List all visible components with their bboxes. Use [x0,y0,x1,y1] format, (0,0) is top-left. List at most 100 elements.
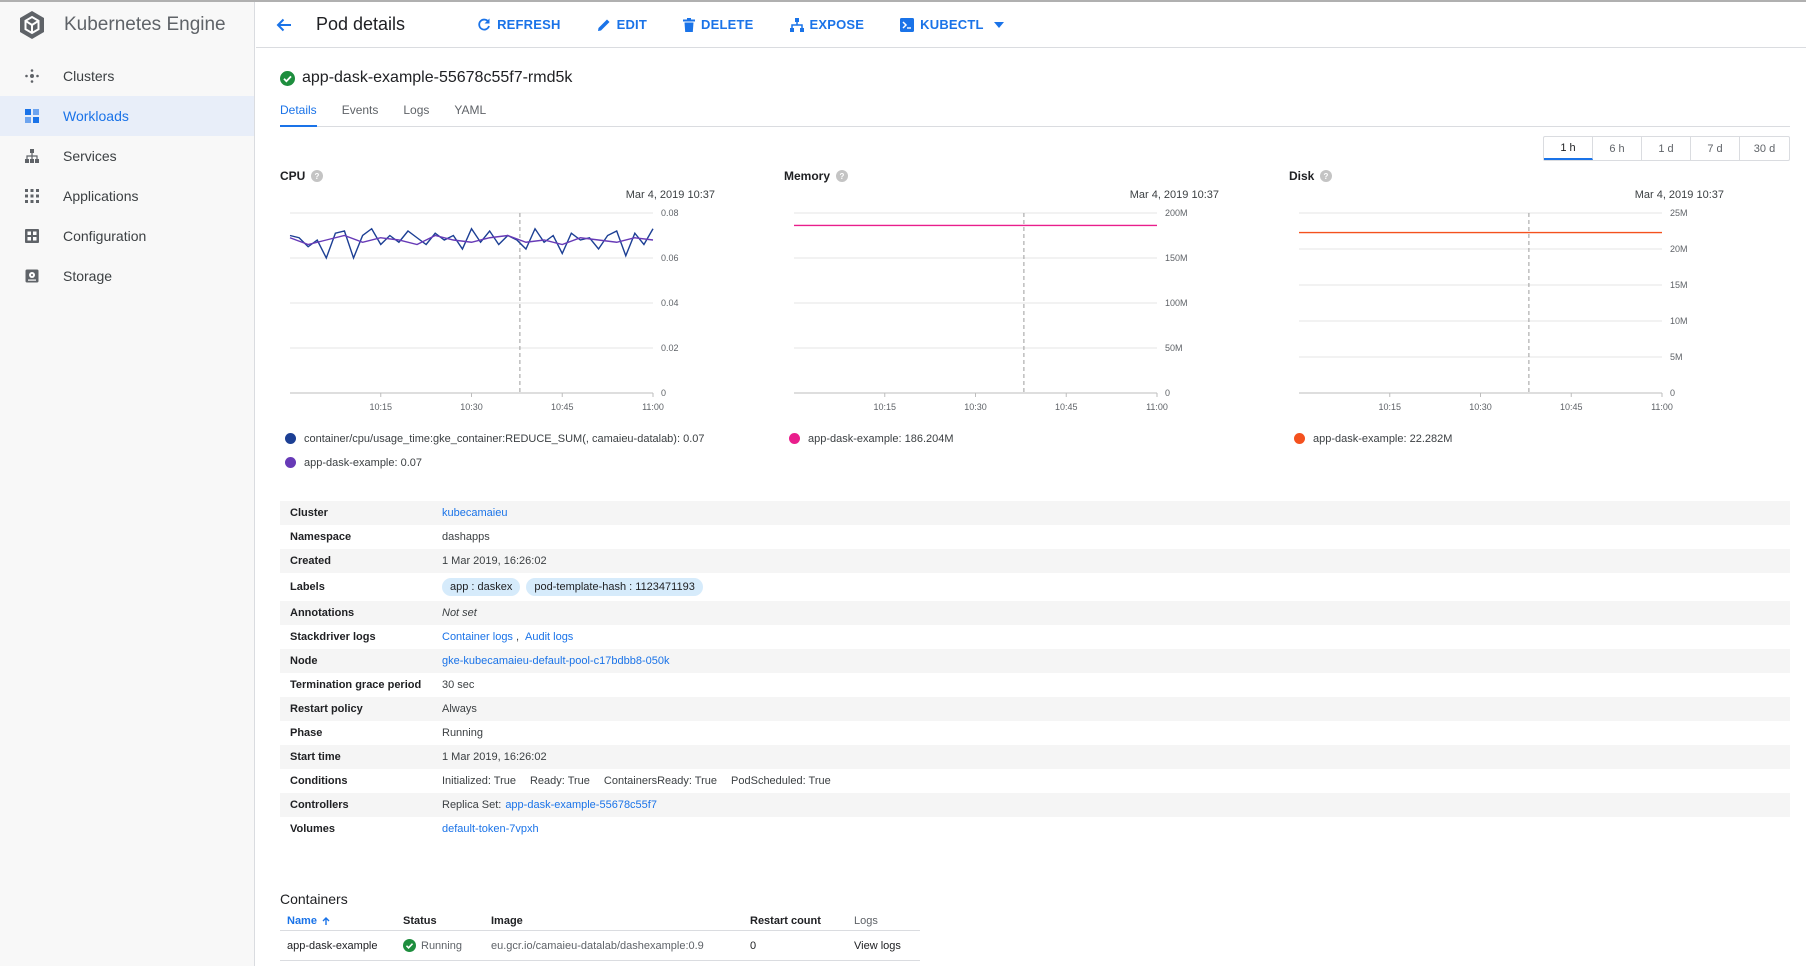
legend-item[interactable]: app-dask-example: 0.07 [285,455,715,471]
y-tick-label: 50M [1165,343,1183,353]
svg-text:?: ? [840,172,845,181]
y-tick-label: 200M [1165,208,1188,218]
detail-row-annotations: Annotations Not set [280,601,1790,625]
view-logs-link[interactable]: View logs [854,940,901,952]
main-content: app-dask-example-55678c55f7-rmd5k Detail… [256,49,1806,966]
detail-tabs: Details Events Logs YAML [280,101,1790,127]
refresh-button[interactable]: REFRESH [477,17,561,32]
volume-link[interactable]: default-token-7vpxh [442,823,539,835]
x-tick-label: 10:45 [1055,402,1078,412]
container-status: Running [421,939,462,952]
tab-details[interactable]: Details [280,101,317,127]
status-column-header[interactable]: Status [403,915,491,927]
y-tick-label: 10M [1670,316,1688,326]
detail-row-stackdriver-logs: Stackdriver logs Container logs , Audit … [280,625,1790,649]
sidebar-item-services[interactable]: Services [0,136,254,176]
range-1h-button[interactable]: 1 h [1544,137,1593,160]
sidebar-item-label: Services [63,148,117,164]
chart-title-text: Memory [784,169,831,183]
replica-set-link[interactable]: app-dask-example-55678c55f7 [505,799,657,811]
arrow-back-icon [276,18,291,31]
legend-item[interactable]: container/cpu/usage_time:gke_container:R… [285,431,715,447]
configuration-icon [24,228,40,244]
help-icon[interactable]: ? [836,170,849,182]
delete-label: DELETE [701,17,754,32]
container-logs-link[interactable]: Container logs [442,631,513,643]
x-tick-label: 10:45 [1560,402,1583,412]
detail-value: 1 Mar 2019, 16:26:02 [442,751,547,763]
range-30d-button[interactable]: 30 d [1740,137,1789,160]
sidebar-item-configuration[interactable]: Configuration [0,216,254,256]
brand: Kubernetes Engine [0,2,254,48]
restart-count-column-header[interactable]: Restart count [750,915,854,927]
detail-value: Running [442,727,483,739]
table-header: Name Status Image Restart count Logs [280,911,920,931]
page-title: Pod details [316,14,406,34]
delete-button[interactable]: DELETE [683,17,753,32]
condition-item: ContainersReady: True [603,775,718,787]
detail-row-restart-policy: Restart policy Always [280,697,1790,721]
legend-item[interactable]: app-dask-example: 186.204M [789,431,1219,447]
controller-prefix: Replica Set: [442,799,502,811]
label-chip: app : daskex [442,578,521,596]
detail-value: Always [442,703,477,715]
sidebar: Kubernetes Engine Clusters Workloads Ser… [0,2,255,966]
y-tick-label: 0.02 [661,343,679,353]
legend-label: app-dask-example: 186.204M [808,433,954,445]
x-tick-label: 11:00 [1146,402,1168,412]
check-circle-icon [403,939,416,952]
y-tick-label: 0.04 [661,298,679,308]
legend-item[interactable]: app-dask-example: 22.282M [1294,431,1724,447]
name-column-header[interactable]: Name [287,915,403,927]
cluster-link[interactable]: kubecamaieu [442,507,507,519]
chart-legend: container/cpu/usage_time:gke_container:R… [285,431,715,479]
image-column-header[interactable]: Image [491,915,750,927]
edit-button[interactable]: EDIT [597,17,647,32]
y-tick-label: 0.06 [661,253,679,263]
tab-events[interactable]: Events [342,101,379,127]
expose-button[interactable]: EXPOSE [789,17,865,32]
y-tick-label: 0.08 [661,208,679,218]
y-tick-label: 0 [1670,388,1675,398]
audit-logs-link[interactable]: Audit logs [525,631,573,643]
help-icon[interactable]: ? [311,170,324,182]
pod-header: app-dask-example-55678c55f7-rmd5k [280,69,572,87]
tab-logs[interactable]: Logs [403,101,429,127]
kubectl-button[interactable]: KUBECTL [900,17,1010,32]
kubernetes-engine-logo-icon [16,9,48,41]
chart-title: Memory ? [784,169,849,183]
range-7d-button[interactable]: 7 d [1691,137,1740,160]
detail-key: Volumes [290,823,336,835]
node-link[interactable]: gke-kubecamaieu-default-pool-c17bdbb8-05… [442,655,669,667]
sidebar-item-applications[interactable]: Applications [0,176,254,216]
pencil-icon [597,19,610,31]
containers-heading: Containers [280,891,348,907]
sidebar-item-storage[interactable]: Storage [0,256,254,296]
detail-value: Not set [442,607,477,619]
range-6h-button[interactable]: 6 h [1593,137,1642,160]
pod-name: app-dask-example-55678c55f7-rmd5k [302,69,573,86]
sidebar-item-label: Clusters [63,68,115,84]
help-icon[interactable]: ? [1320,170,1333,182]
back-button[interactable] [272,13,296,37]
range-1d-button[interactable]: 1 d [1642,137,1691,160]
sidebar-item-workloads[interactable]: Workloads [0,96,254,136]
pod-details-table: Cluster kubecamaieu Namespace dashapps C… [280,501,1790,841]
detail-row-created: Created 1 Mar 2019, 16:26:02 [280,549,1790,573]
legend-dot [1294,433,1305,444]
sidebar-item-clusters[interactable]: Clusters [0,56,254,96]
detail-row-namespace: Namespace dashapps [280,525,1790,549]
workloads-icon [24,108,40,124]
y-tick-label: 0 [1165,388,1170,398]
applications-icon [24,188,40,204]
detail-key: Cluster [290,507,328,519]
chart-timestamp: Mar 4, 2019 10:37 [625,189,715,201]
condition-item: PodScheduled: True [731,775,831,787]
toolbar: REFRESH EDIT DELETE EXPOSE KUBECTL [477,17,1046,32]
tab-yaml[interactable]: YAML [454,101,486,127]
detail-row-conditions: Conditions Initialized: True Ready: True… [280,769,1790,793]
memory-plot: 0 50M 100M 150M 200M 10:15 10:30 10:45 11:00 [794,208,1188,412]
legend-dot [789,433,800,444]
sidebar-item-label: Storage [63,268,113,284]
container-restart-count: 0 [750,939,757,952]
